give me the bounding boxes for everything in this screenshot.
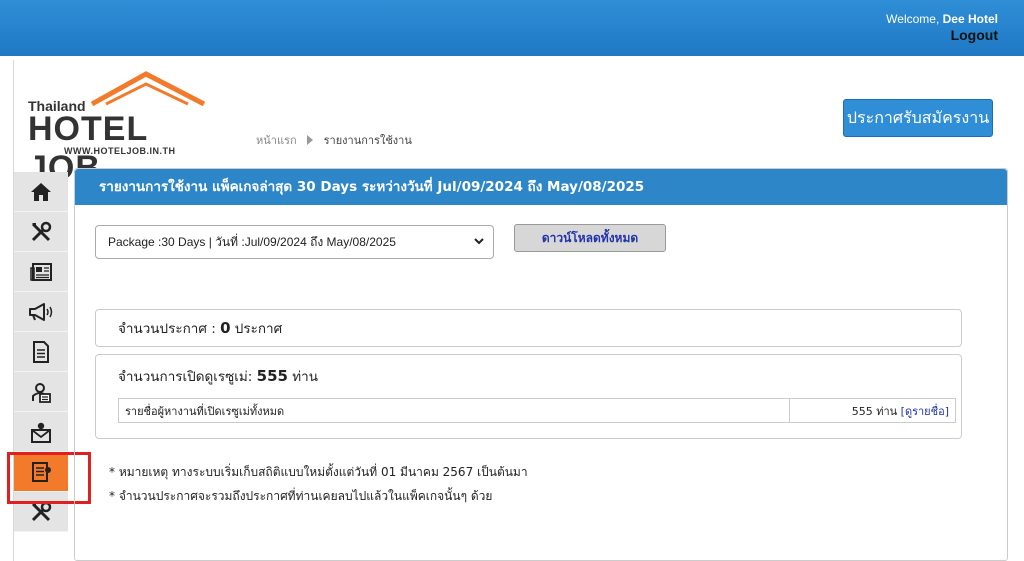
logout-link[interactable]: Logout <box>951 27 998 43</box>
resume-views-label: จำนวนการเปิดดูเรซูเม่: <box>118 369 253 385</box>
logo-url-text: WWW.HOTELJOB.IN.TH <box>64 146 176 156</box>
sidebar-item-announce[interactable] <box>14 292 68 332</box>
panel-title: รายงานการใช้งาน แพ็คเกจล่าสุด 30 Days ระ… <box>75 169 1007 205</box>
breadcrumb: หน้าแรก รายงานการใช้งาน <box>256 131 412 149</box>
announcement-count-label: จำนวนประกาศ : <box>118 321 216 337</box>
document-icon <box>33 340 49 363</box>
breadcrumb-arrow-icon <box>307 135 314 145</box>
announcement-count-value: 0 <box>220 319 231 337</box>
resume-views-value: 555 <box>256 367 288 385</box>
newspaper-icon <box>30 262 52 281</box>
hoteljob-logo[interactable]: Thailand HOTEL JOB WWW.HOTELJOB.IN.TH <box>28 70 228 187</box>
usage-report-panel: รายงานการใช้งาน แพ็คเกจล่าสุด 30 Days ระ… <box>74 168 1008 561</box>
resume-views-box: จำนวนการเปิดดูเรซูเม่: 555 ท่าน รายชื่อผ… <box>95 354 962 439</box>
welcome-text: Welcome, Dee Hotel <box>886 12 998 26</box>
sidebar-item-home[interactable] <box>14 172 68 212</box>
chevron-down-icon <box>474 238 484 245</box>
viewer-count: 555 ท่าน <box>851 404 898 418</box>
table-cell-value: 555 ท่าน [ดูรายชื่อ] <box>789 398 956 423</box>
tools-icon <box>31 221 52 241</box>
roof-logo-icon <box>90 71 206 107</box>
envelope-person-icon <box>31 422 51 443</box>
home-icon <box>31 182 51 201</box>
breadcrumb-current: รายงานการใช้งาน <box>323 134 412 147</box>
sidebar-item-news[interactable] <box>14 252 68 292</box>
username: Dee Hotel <box>942 12 998 26</box>
download-all-button[interactable]: ดาวน์โหลดทั้งหมด <box>514 224 666 252</box>
table-row: รายชื่อผู้หางานที่เปิดเรซูเม่ทั้งหมด 555… <box>118 398 956 423</box>
table-cell-label: รายชื่อผู้หางานที่เปิดเรซูเม่ทั้งหมด <box>118 398 790 423</box>
resume-viewers-table: รายชื่อผู้หางานที่เปิดเรซูเม่ทั้งหมด 555… <box>118 398 956 423</box>
profile-card-icon <box>32 382 51 403</box>
sidebar-item-mail[interactable] <box>14 412 68 452</box>
package-select-value: Package :30 Days | วันที่ :Jul/09/2024 ถ… <box>108 235 396 249</box>
announcement-count-box: จำนวนประกาศ : 0 ประกาศ <box>95 309 962 347</box>
sidebar-item-document[interactable] <box>14 332 68 372</box>
note-line-2: * จำนวนประกาศจะรวมถึงประกาศที่ท่านเคยลบไ… <box>109 489 493 503</box>
post-job-button[interactable]: ประกาศรับสมัครงาน <box>843 99 993 137</box>
resume-views-unit: ท่าน <box>292 369 318 385</box>
view-list-link[interactable]: [ดูรายชื่อ] <box>901 405 949 418</box>
top-header-bar: Welcome, Dee Hotel Logout <box>0 0 1024 56</box>
announcement-count-unit: ประกาศ <box>234 321 283 337</box>
notes: * หมายเหตุ ทางระบบเริ่มเก็บสถิติแบบใหม่ต… <box>109 460 528 508</box>
breadcrumb-home[interactable]: หน้าแรก <box>256 134 297 147</box>
sidebar-item-profile[interactable] <box>14 372 68 412</box>
megaphone-icon <box>29 302 53 321</box>
sidebar-item-tools[interactable] <box>14 212 68 252</box>
page-container: Thailand HOTEL JOB WWW.HOTELJOB.IN.TH หน… <box>7 60 1024 561</box>
package-select[interactable]: Package :30 Days | วันที่ :Jul/09/2024 ถ… <box>95 225 494 259</box>
welcome-prefix: Welcome, <box>886 12 940 26</box>
resume-views-title: จำนวนการเปิดดูเรซูเม่: 555 ท่าน <box>118 365 318 387</box>
note-line-1: * หมายเหตุ ทางระบบเริ่มเก็บสถิติแบบใหม่ต… <box>109 465 528 479</box>
